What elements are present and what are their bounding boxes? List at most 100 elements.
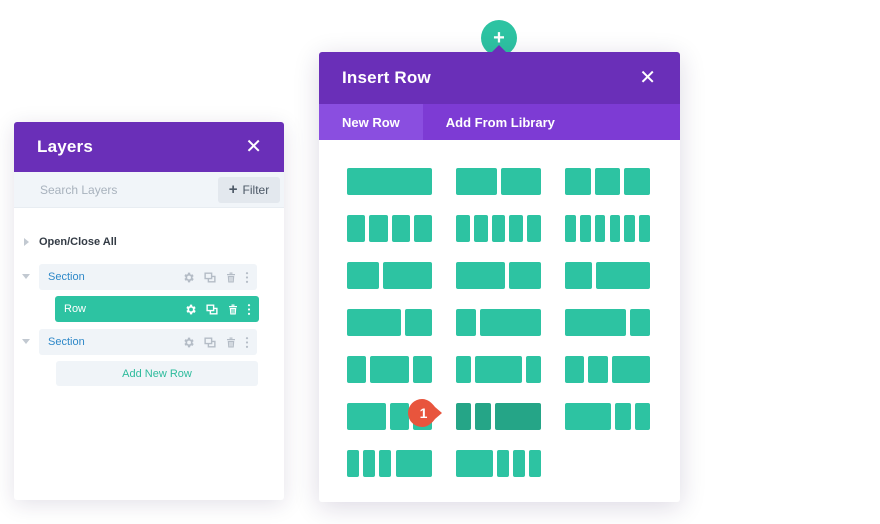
row-layout-option[interactable] [456, 403, 541, 430]
layer-section[interactable]: Section [39, 329, 257, 355]
layout-column [565, 262, 592, 289]
layout-column [456, 168, 497, 195]
layout-column [413, 215, 432, 242]
row-layout-option[interactable] [347, 262, 432, 289]
row-layout-option[interactable] [565, 262, 650, 289]
row-layout-option[interactable] [456, 450, 541, 477]
duplicate-icon[interactable] [203, 271, 217, 284]
row-layout-option[interactable] [347, 356, 432, 383]
layout-column [347, 262, 380, 289]
layout-column [347, 215, 366, 242]
trash-icon[interactable] [227, 303, 239, 316]
layout-column [624, 215, 636, 242]
layers-header: Layers ✕ [14, 122, 284, 172]
row-layout-option[interactable] [565, 168, 650, 195]
more-vertical-icon[interactable] [245, 336, 249, 349]
layout-column [579, 215, 591, 242]
layout-column [494, 403, 541, 430]
expand-toggle-icon[interactable] [22, 339, 30, 344]
layout-column [596, 262, 650, 289]
layout-column [565, 403, 612, 430]
modal-title: Insert Row [342, 68, 431, 87]
layout-column [412, 356, 432, 383]
duplicate-icon[interactable] [205, 303, 219, 316]
layout-column [456, 450, 493, 477]
duplicate-icon[interactable] [203, 336, 217, 349]
insert-row-modal: Insert Row ✕ New Row Add From Library [319, 52, 680, 502]
layout-column [491, 215, 506, 242]
layout-column [456, 309, 477, 336]
expand-toggle-icon[interactable] [22, 274, 30, 279]
search-layers-input[interactable]: Search Layers [40, 183, 218, 197]
layout-column [473, 215, 488, 242]
step-marker: 1 [407, 398, 443, 428]
row-layout-option[interactable] [347, 168, 432, 195]
row-layout-option[interactable] [347, 309, 432, 336]
more-vertical-icon[interactable] [247, 303, 251, 316]
layer-label: Section [48, 271, 85, 283]
gear-icon[interactable] [184, 303, 197, 316]
layout-column [588, 356, 608, 383]
tab-new-row[interactable]: New Row [319, 104, 423, 140]
layout-column [565, 356, 585, 383]
open-close-label: Open/Close All [39, 236, 117, 248]
layout-column [347, 403, 386, 430]
layout-column [609, 215, 621, 242]
layout-column [395, 450, 432, 477]
layout-column [565, 168, 591, 195]
layer-label: Row [64, 303, 87, 315]
layout-column [379, 450, 392, 477]
add-new-row-button[interactable]: Add New Row [56, 361, 258, 386]
modal-header: Insert Row ✕ [319, 52, 680, 104]
layout-column [512, 450, 525, 477]
layout-column [629, 309, 650, 336]
layout-column [363, 450, 376, 477]
open-close-all[interactable]: Open/Close All [24, 236, 117, 248]
layer-actions [182, 271, 257, 284]
row-layout-option[interactable] [565, 356, 650, 383]
layer-actions [182, 336, 257, 349]
layout-column [347, 168, 432, 195]
row-layout-option[interactable] [565, 403, 650, 430]
layout-column [456, 403, 472, 430]
close-icon[interactable]: ✕ [245, 137, 262, 157]
row-layout-option[interactable] [456, 356, 541, 383]
layout-column [347, 309, 401, 336]
row-layout-option[interactable] [347, 450, 432, 477]
gear-icon[interactable] [182, 271, 195, 284]
layout-column [480, 309, 541, 336]
layout-column [500, 168, 541, 195]
row-layout-option[interactable] [565, 309, 650, 336]
layers-title: Layers [37, 137, 94, 156]
layer-row[interactable]: Row [55, 296, 259, 322]
row-layout-option[interactable] [456, 309, 541, 336]
row-layout-option[interactable] [565, 215, 650, 242]
layout-column [456, 262, 505, 289]
layout-column [475, 403, 491, 430]
layout-column [456, 356, 472, 383]
row-layout-option[interactable] [456, 168, 541, 195]
layout-column [527, 215, 541, 242]
trash-icon[interactable] [225, 271, 237, 284]
layout-column [475, 356, 522, 383]
layout-column [509, 215, 524, 242]
layout-column [496, 450, 509, 477]
close-icon[interactable]: ✕ [639, 68, 656, 88]
layer-section[interactable]: Section [39, 264, 257, 290]
row-layout-option[interactable] [347, 215, 432, 242]
plus-icon: + [228, 181, 238, 198]
trash-icon[interactable] [225, 336, 237, 349]
tab-add-from-library[interactable]: Add From Library [423, 104, 578, 140]
filter-button[interactable]: + Filter [218, 176, 280, 203]
row-layout-option[interactable] [456, 215, 541, 242]
row-layout-option[interactable] [456, 262, 541, 289]
layers-panel: Layers ✕ Search Layers + Filter Open/Clo… [14, 122, 284, 500]
layout-column [525, 356, 541, 383]
layer-label: Section [48, 336, 85, 348]
step-number: 1 [419, 405, 428, 421]
more-vertical-icon[interactable] [245, 271, 249, 284]
layout-column [347, 450, 360, 477]
layout-column [456, 215, 470, 242]
gear-icon[interactable] [182, 336, 195, 349]
layout-column [389, 403, 409, 430]
